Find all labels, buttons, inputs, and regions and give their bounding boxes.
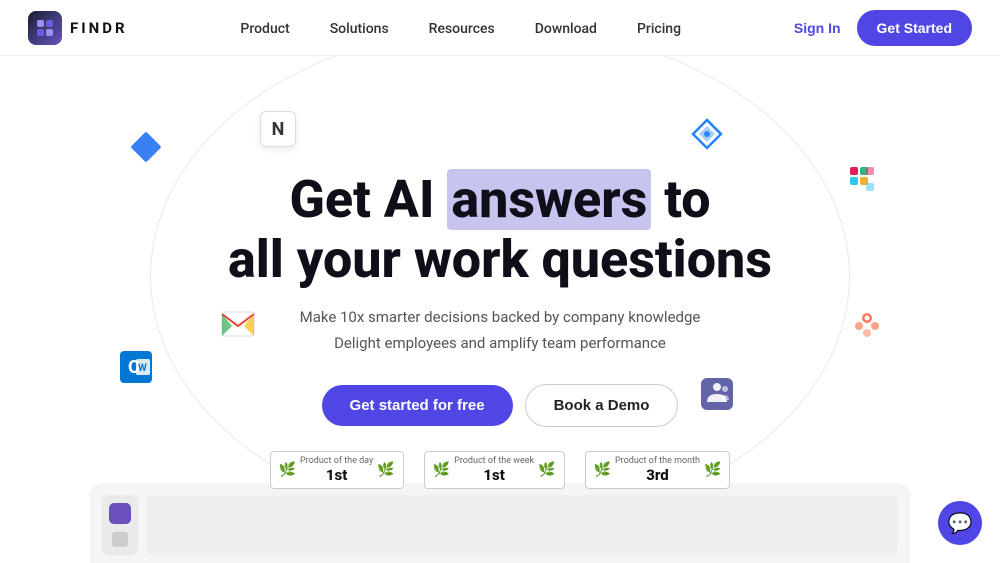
svg-text:W: W (138, 363, 147, 374)
nav-item-resources[interactable]: Resources (429, 18, 495, 37)
notion-icon: N (260, 111, 296, 147)
chat-widget-button[interactable]: 💬 (938, 501, 982, 545)
slack-icon (844, 161, 880, 201)
badge-product-month: 🌿 Product of the month 3rd 🌿 (585, 451, 731, 489)
nav-item-product[interactable]: Product (240, 18, 289, 37)
navbar: FINDR Product Solutions Resources Downlo… (0, 0, 1000, 56)
get-started-for-free-button[interactable]: Get started for free (322, 385, 513, 426)
preview-nav-icon (112, 532, 128, 547)
badge-product-day: 🌿 Product of the day 1st 🌿 (270, 451, 404, 489)
preview-logo-icon (109, 503, 131, 524)
nav-item-pricing[interactable]: Pricing (637, 18, 681, 37)
hero-title: Get AI answers to all your work question… (228, 170, 772, 290)
hero-section: N (0, 56, 1000, 563)
preview-sidebar (102, 495, 138, 555)
hubspot-icon (849, 306, 885, 346)
outlook-icon: O W (120, 351, 152, 387)
hero-subtitle: Make 10x smarter decisions backed by com… (228, 305, 772, 356)
chat-bubble-icon: 💬 (948, 511, 973, 535)
hero-title-line2: all your work questions (228, 229, 772, 290)
nav-item-download[interactable]: Download (535, 18, 597, 37)
hero-content: Get AI answers to all your work question… (228, 170, 772, 490)
hero-title-part1: Get AI (289, 169, 447, 230)
nav-item-solutions[interactable]: Solutions (330, 18, 389, 37)
hero-buttons: Get started for free Book a Demo (228, 384, 772, 427)
diamond-icon (135, 136, 157, 158)
nav-get-started-button[interactable]: Get Started (857, 10, 972, 46)
logo[interactable]: FINDR (28, 11, 128, 45)
preview-main-area (146, 495, 898, 555)
hero-title-highlight: answers (447, 169, 651, 230)
book-demo-button[interactable]: Book a Demo (525, 384, 679, 427)
sign-in-button[interactable]: Sign In (794, 20, 841, 36)
hero-title-part2: to (651, 169, 710, 230)
nav-right: Sign In Get Started (794, 10, 972, 46)
nav-links: Product Solutions Resources Download Pri… (240, 18, 681, 37)
badge-product-week: 🌿 Product of the week 1st 🌿 (424, 451, 565, 489)
jira-icon (689, 116, 725, 156)
app-preview (90, 483, 910, 563)
logo-icon (28, 11, 62, 45)
badges-row: 🌿 Product of the day 1st 🌿 🌿 Product of … (228, 451, 772, 489)
logo-text: FINDR (70, 19, 128, 37)
